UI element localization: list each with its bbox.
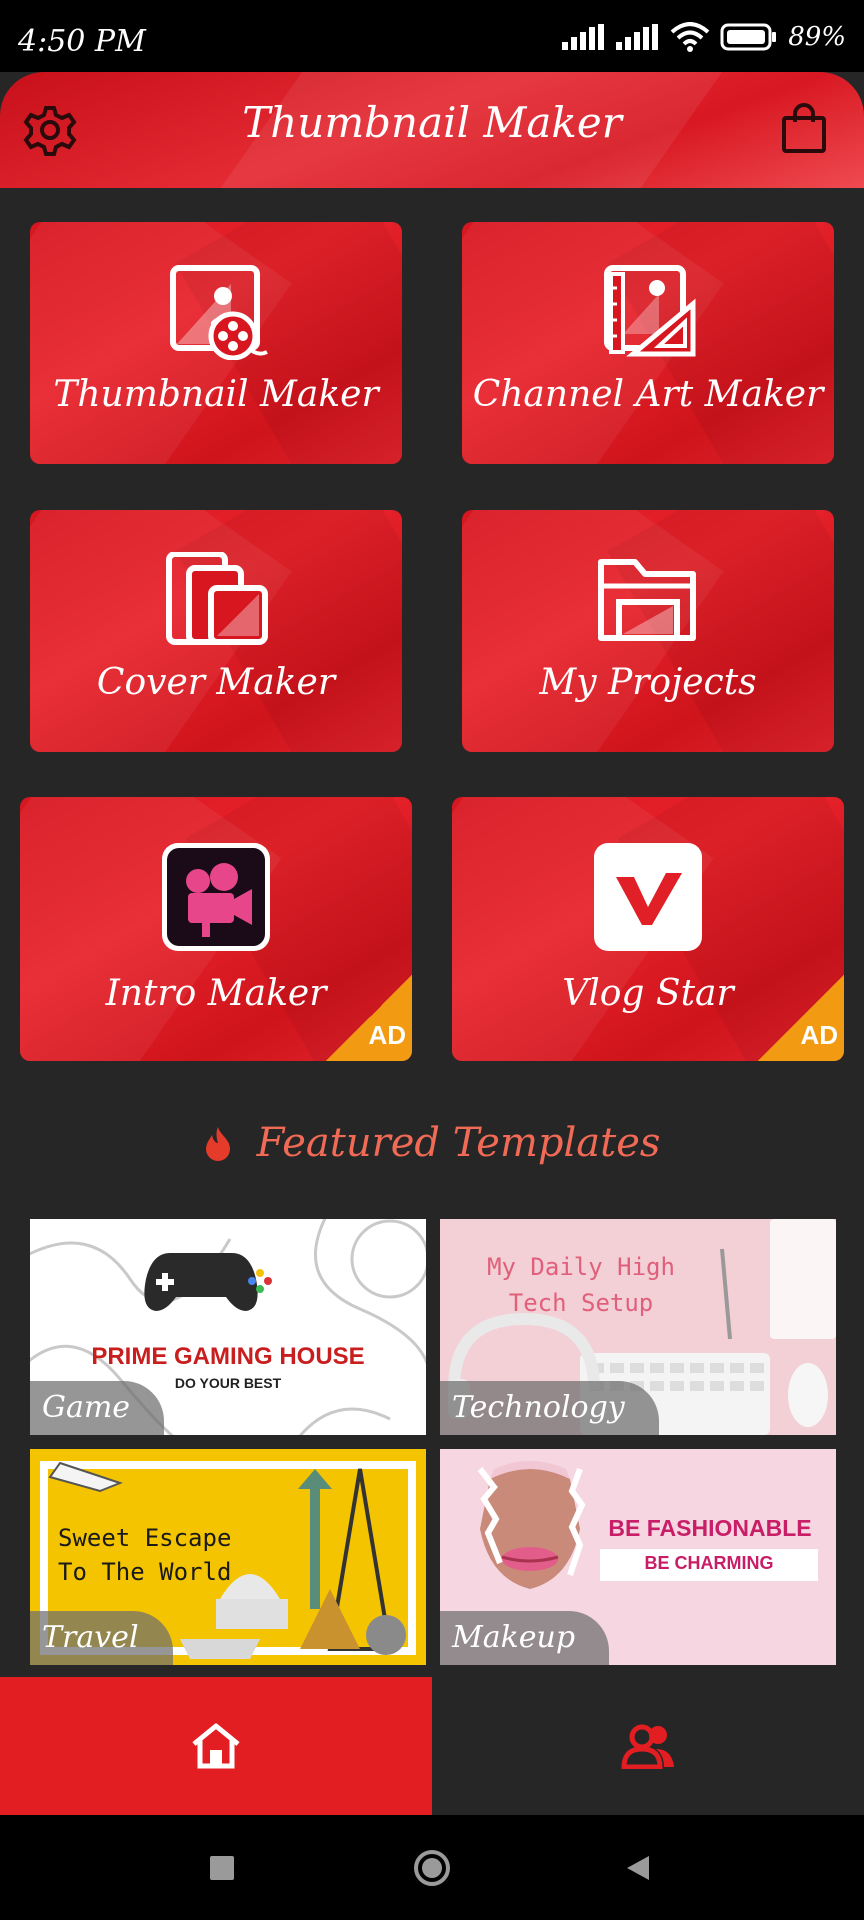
featured-title: Featured Templates bbox=[256, 1120, 661, 1166]
template-technology[interactable]: My Daily High Tech Setup Technology bbox=[440, 1219, 836, 1435]
bottom-navigation bbox=[0, 1677, 864, 1815]
template-makeup[interactable]: BE FASHIONABLE BE CHARMING Makeup bbox=[440, 1449, 836, 1665]
card-label: My Projects bbox=[539, 662, 757, 703]
template-travel[interactable]: Sweet Escape To The World Travel bbox=[30, 1449, 426, 1665]
system-navigation-bar bbox=[0, 1815, 864, 1920]
battery-percent: 89% bbox=[788, 22, 846, 52]
status-bar: 4:50 PM 89% bbox=[0, 0, 864, 72]
template-headline: BE FASHIONABLE bbox=[608, 1515, 812, 1541]
home-button-icon[interactable] bbox=[413, 1849, 451, 1887]
shopping-bag-icon bbox=[782, 103, 826, 153]
vlog-star-card[interactable]: Vlog Star AD bbox=[452, 797, 844, 1061]
intro-maker-card[interactable]: Intro Maker AD bbox=[20, 797, 412, 1061]
vlog-star-app-icon bbox=[594, 843, 702, 951]
status-time: 4:50 PM bbox=[18, 24, 146, 59]
folder-icon bbox=[598, 559, 696, 641]
template-game[interactable]: PRIME GAMING HOUSE DO YOUR BEST Game bbox=[30, 1219, 426, 1435]
my-projects-card[interactable]: My Projects bbox=[462, 510, 834, 752]
card-label: Thumbnail Maker bbox=[53, 374, 379, 415]
nav-home-tab[interactable] bbox=[0, 1677, 432, 1815]
battery-icon bbox=[720, 23, 777, 51]
template-category-label: Travel bbox=[30, 1611, 173, 1665]
ad-badge-label: AD bbox=[800, 1020, 838, 1050]
template-headline: My Daily High Tech Setup bbox=[487, 1253, 675, 1317]
template-headline: PRIME GAMING HOUSE bbox=[91, 1343, 365, 1370]
thumbnail-maker-card[interactable]: Thumbnail Maker bbox=[30, 222, 402, 464]
layered-images-icon bbox=[166, 552, 268, 645]
signal-icon bbox=[562, 24, 605, 50]
template-category-label: Technology bbox=[440, 1381, 659, 1435]
recent-apps-icon[interactable] bbox=[209, 1855, 235, 1881]
template-category-label: Makeup bbox=[440, 1611, 610, 1665]
fire-icon bbox=[205, 1127, 230, 1161]
app-title: Thumbnail Maker bbox=[242, 98, 622, 147]
featured-templates-heading: Featured Templates bbox=[0, 1120, 864, 1166]
home-icon bbox=[192, 1723, 240, 1769]
template-category-label: Game bbox=[30, 1381, 165, 1435]
image-ruler-icon bbox=[604, 265, 696, 357]
signal-icon bbox=[616, 24, 659, 50]
cover-maker-card[interactable]: Cover Maker bbox=[30, 510, 402, 752]
users-icon bbox=[621, 1724, 674, 1769]
template-subline: BE CHARMING bbox=[644, 1553, 774, 1573]
intro-maker-app-icon bbox=[162, 843, 270, 951]
app-header: Thumbnail Maker bbox=[0, 72, 864, 188]
template-headline: Sweet Escape To The World bbox=[58, 1524, 232, 1586]
back-icon[interactable] bbox=[625, 1854, 651, 1882]
nav-profile-tab[interactable] bbox=[432, 1677, 864, 1815]
status-icons: 89% bbox=[562, 22, 846, 52]
image-film-icon bbox=[170, 265, 268, 360]
card-label: Cover Maker bbox=[96, 662, 336, 703]
ad-badge-label: AD bbox=[368, 1020, 406, 1050]
store-button[interactable] bbox=[780, 102, 836, 158]
wifi-icon bbox=[670, 22, 710, 52]
card-label: Channel Art Maker bbox=[472, 374, 824, 415]
channel-art-maker-card[interactable]: Channel Art Maker bbox=[462, 222, 834, 464]
